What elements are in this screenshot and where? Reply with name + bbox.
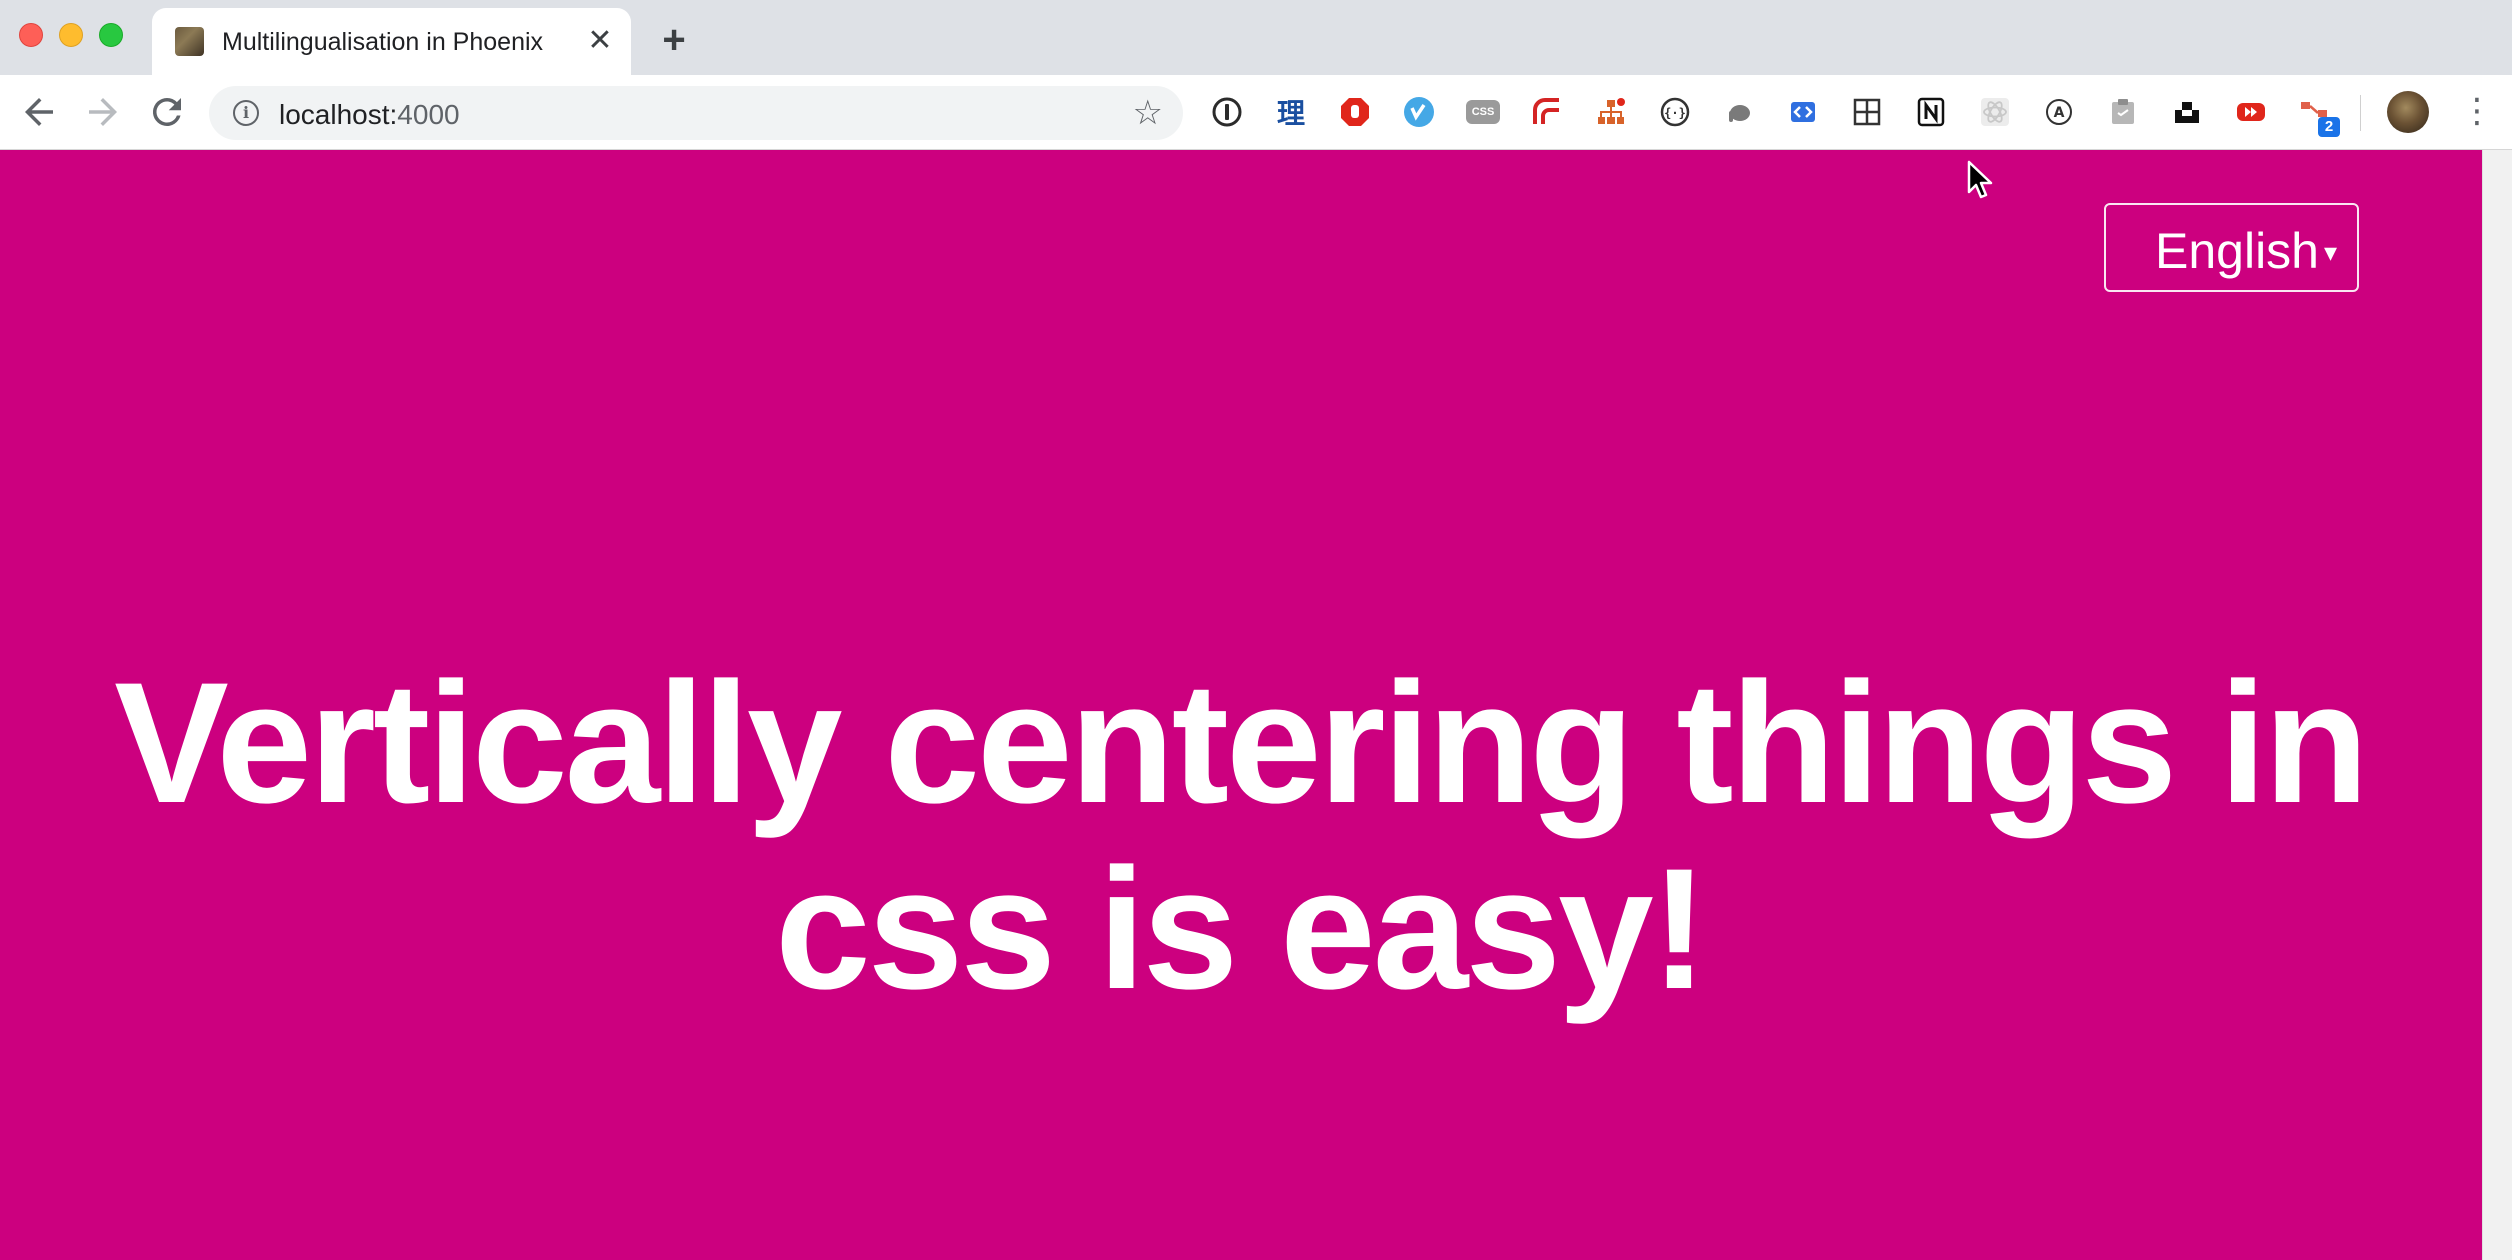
accessibility-extension-icon[interactable]: A — [2042, 95, 2076, 129]
youtube-extension-icon[interactable] — [2234, 95, 2268, 129]
mouse-cursor-icon — [1967, 160, 1993, 199]
svg-text:{·}: {·} — [1664, 106, 1686, 120]
kebab-menu-icon[interactable]: ⋮ — [2460, 93, 2494, 133]
page-headline: Vertically centering things in css is ea… — [114, 647, 2369, 1025]
bookmark-star-icon[interactable]: ☆ — [1133, 93, 1163, 133]
extension-badge-count: 2 — [2318, 117, 2340, 137]
vimeo-extension-icon[interactable] — [1402, 95, 1436, 129]
tab-favicon-icon — [175, 27, 204, 56]
forward-button[interactable] — [82, 91, 124, 133]
back-button[interactable] — [18, 91, 60, 133]
browser-toolbar: i localhost:4000 ☆ 理 CSS {·} A 2 ⋮ — [0, 75, 2512, 150]
maximize-window-button[interactable] — [99, 23, 123, 47]
unsplash-extension-icon[interactable] — [2170, 95, 2204, 129]
adblock-extension-icon[interactable] — [1338, 95, 1372, 129]
notion-extension-icon[interactable] — [1914, 95, 1948, 129]
toolbar-divider — [2360, 95, 2361, 131]
share-extension-icon[interactable]: 2 — [2298, 95, 2340, 137]
profile-avatar[interactable] — [2387, 91, 2429, 133]
react-router-extension-icon[interactable] — [1530, 95, 1564, 129]
reload-icon — [152, 97, 181, 126]
elephant-extension-icon[interactable] — [1722, 95, 1756, 129]
address-url[interactable]: localhost:4000 — [279, 99, 460, 131]
language-select[interactable]: English ▾ — [2104, 203, 2359, 292]
svg-text:A: A — [2054, 105, 2065, 121]
chevron-down-icon: ▾ — [2324, 237, 2338, 267]
language-select-value: English — [2155, 223, 2319, 279]
reload-button[interactable] — [146, 91, 188, 133]
info-icon[interactable]: i — [233, 100, 259, 126]
page-content: English ▾ Vertically centering things in… — [0, 150, 2482, 1260]
address-bar[interactable]: i localhost:4000 ☆ — [209, 86, 1183, 140]
back-arrow-icon — [25, 98, 53, 126]
json-viewer-extension-icon[interactable]: {·} — [1658, 95, 1692, 129]
new-tab-button[interactable]: + — [654, 20, 694, 62]
close-window-button[interactable] — [19, 23, 43, 47]
clipboard-extension-icon[interactable] — [2106, 95, 2140, 129]
url-host: localhost: — [279, 99, 398, 130]
theri-extension-icon[interactable]: 理 — [1274, 95, 1308, 129]
react-devtools-extension-icon[interactable] — [1978, 95, 2012, 129]
tab-strip: Multilingualisation in Phoenix ✕ + — [0, 0, 2512, 75]
minimize-window-button[interactable] — [59, 23, 83, 47]
url-port: 4000 — [397, 99, 460, 130]
browser-tab[interactable]: Multilingualisation in Phoenix ✕ — [152, 8, 631, 75]
password-manager-extension-icon[interactable] — [1210, 95, 1244, 129]
tab-close-icon[interactable]: ✕ — [584, 25, 616, 57]
grid-extension-icon[interactable] — [1850, 95, 1884, 129]
tab-title: Multilingualisation in Phoenix — [222, 28, 544, 56]
page-scrollbar[interactable] — [2482, 150, 2512, 1260]
forward-arrow-icon — [89, 98, 117, 126]
sitemap-extension-icon[interactable] — [1594, 95, 1628, 129]
code-extension-icon[interactable] — [1786, 95, 1820, 129]
css-extension-icon[interactable]: CSS — [1466, 100, 1500, 124]
